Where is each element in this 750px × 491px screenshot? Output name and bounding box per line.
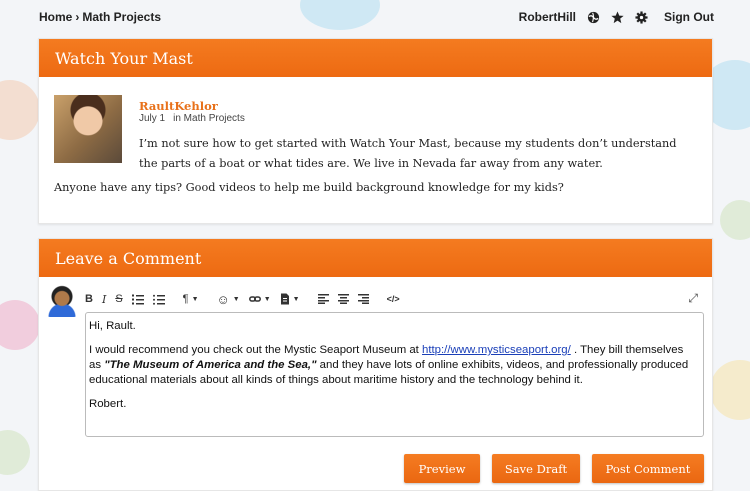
unordered-list-icon[interactable] (152, 290, 165, 308)
align-center-icon[interactable] (337, 290, 349, 308)
align-right-icon[interactable] (357, 290, 369, 308)
breadcrumb: Home › Math Projects (39, 10, 161, 24)
star-icon[interactable] (610, 10, 624, 24)
comment-signature: Robert. (89, 398, 127, 410)
post-paragraph-2: Anyone have any tips? Good videos to hel… (54, 181, 564, 194)
commenter-avatar (46, 285, 78, 317)
post-meta: July 1 in Math Projects (139, 113, 245, 124)
insert-file-button[interactable]: ▼ (280, 290, 300, 308)
breadcrumb-current-link[interactable]: Math Projects (82, 10, 161, 24)
bold-button[interactable]: B (85, 290, 93, 308)
museum-link[interactable]: http://www.mysticseaport.org/ (422, 344, 571, 356)
post-author-link[interactable]: RaultKehlor (139, 99, 218, 113)
post-card: Watch Your Mast (38, 38, 713, 224)
editor-toolbar: B I S ¶ ▼ ☺ ▼ ▼ ▼ </> (85, 289, 705, 309)
post-comment-button[interactable]: Post Comment (592, 454, 704, 483)
link-icon (248, 296, 261, 302)
gear-icon[interactable] (634, 10, 648, 24)
emoji-button[interactable]: ☺ ▼ (217, 290, 240, 308)
file-icon (280, 293, 289, 305)
expand-icon[interactable]: ⤢ (688, 291, 698, 306)
breadcrumb-separator: › (75, 10, 80, 24)
comment-header: Leave a Comment (39, 239, 712, 277)
preview-button[interactable]: Preview (404, 454, 480, 483)
align-left-icon[interactable] (317, 290, 329, 308)
ordered-list-icon[interactable] (131, 290, 144, 308)
code-view-button[interactable]: </> (387, 290, 400, 308)
post-title: Watch Your Mast (55, 48, 193, 68)
top-bar: Home › Math Projects RobertHill Sign Out (0, 0, 750, 34)
post-header: Watch Your Mast (39, 39, 712, 77)
comment-body: I would recommend you check out the Myst… (89, 343, 697, 388)
comment-text-1: I would recommend you check out the Myst… (89, 344, 423, 356)
italic-button[interactable]: I (102, 290, 106, 308)
paragraph-icon: ¶ (182, 293, 189, 305)
user-area: RobertHill Sign Out (519, 10, 714, 24)
comment-card: Leave a Comment B I S ¶ ▼ ☺ ▼ ▼ ▼ </> ⤢ … (38, 238, 713, 491)
breadcrumb-home-link[interactable]: Home (39, 10, 72, 24)
link-button[interactable]: ▼ (248, 290, 271, 308)
post-category-link[interactable]: in Math Projects (173, 113, 245, 124)
emoji-icon: ☺ (216, 291, 230, 307)
post-paragraph-1: I’m not sure how to get started with Wat… (139, 137, 677, 170)
comment-actions: Preview Save Draft Post Comment (404, 454, 704, 483)
username-link[interactable]: RobertHill (519, 10, 576, 24)
save-draft-button[interactable]: Save Draft (492, 454, 580, 483)
sign-out-link[interactable]: Sign Out (664, 10, 714, 24)
comment-header-title: Leave a Comment (55, 248, 202, 268)
comment-emphasis: "The Museum of America and the Sea," (104, 359, 317, 371)
comment-editor[interactable]: Hi, Rault. I would recommend you check o… (85, 312, 704, 437)
globe-icon[interactable] (586, 10, 600, 24)
paragraph-format-button[interactable]: ¶ ▼ (183, 290, 199, 308)
post-date: July 1 (139, 113, 166, 124)
strikethrough-button[interactable]: S (115, 290, 122, 308)
comment-greeting: Hi, Rault. (89, 320, 136, 332)
post-author-avatar[interactable] (54, 95, 122, 163)
